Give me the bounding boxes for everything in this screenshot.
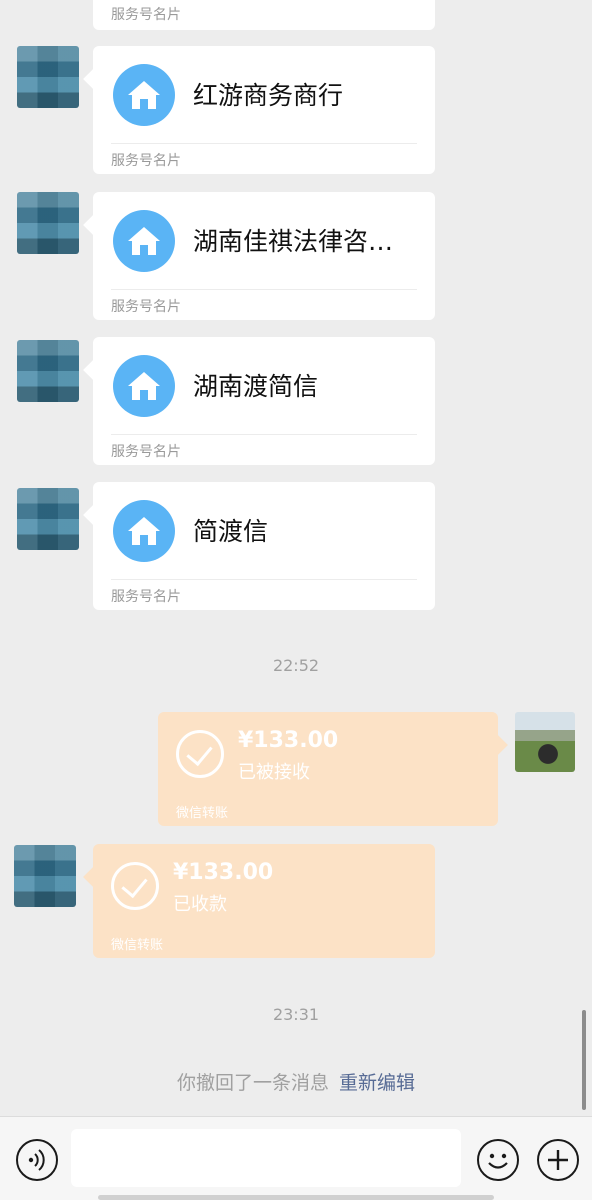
scrollbar[interactable] [582, 1010, 586, 1110]
card-footer-label: 服务号名片 [111, 7, 181, 23]
message-timestamp: 22:52 [272, 656, 320, 675]
card-title: 简渡信 [193, 517, 269, 546]
card-footer-label: 服务号名片 [111, 444, 181, 460]
emoji-icon[interactable] [477, 1139, 519, 1181]
contact-avatar[interactable] [17, 192, 79, 254]
card-divider [111, 434, 417, 435]
transfer-label: 微信转账 [176, 806, 229, 821]
card-divider [111, 579, 417, 580]
transfer-amount: ¥133.00 [238, 728, 339, 753]
contact-avatar[interactable] [17, 488, 79, 550]
home-icon [113, 355, 175, 417]
check-circle-icon [176, 730, 224, 778]
home-icon [113, 210, 175, 272]
message-timestamp: 23:31 [272, 1005, 320, 1024]
card-title: 湖南渡简信 [193, 372, 319, 401]
business-card[interactable]: 湖南渡简信 服务号名片 [93, 337, 435, 465]
transfer-label: 微信转账 [111, 938, 164, 953]
transfer-bubble-sent[interactable]: ¥133.00 已被接收 微信转账 [158, 712, 498, 826]
transfer-status: 已被接收 [238, 762, 310, 783]
recall-text: 你撤回了一条消息 [176, 1072, 329, 1094]
voice-icon[interactable] [16, 1139, 58, 1181]
contact-avatar[interactable] [17, 340, 79, 402]
card-title: 湖南佳祺法律咨… [193, 227, 394, 256]
home-indicator [98, 1195, 494, 1200]
recall-notice: 你撤回了一条消息 重新编辑 [0, 1068, 592, 1095]
home-icon [113, 500, 175, 562]
card-divider [111, 289, 417, 290]
card-footer-label: 服务号名片 [111, 299, 181, 315]
reedit-link[interactable]: 重新编辑 [339, 1072, 415, 1094]
transfer-bubble-received[interactable]: ¥133.00 已收款 微信转账 [93, 844, 435, 958]
card-footer-label: 服务号名片 [111, 589, 181, 605]
transfer-amount: ¥133.00 [173, 860, 274, 885]
transfer-status: 已收款 [173, 894, 227, 915]
message-input[interactable] [71, 1129, 461, 1187]
card-divider [111, 143, 417, 144]
card-footer-label: 服务号名片 [111, 153, 181, 169]
business-card[interactable]: 红游商务商行 服务号名片 [93, 46, 435, 174]
input-toolbar [0, 1116, 592, 1200]
home-icon [113, 64, 175, 126]
self-avatar[interactable] [515, 712, 575, 772]
business-card[interactable]: 简渡信 服务号名片 [93, 482, 435, 610]
contact-avatar[interactable] [14, 845, 76, 907]
business-card[interactable]: 湖南佳祺法律咨… 服务号名片 [93, 192, 435, 320]
card-title: 红游商务商行 [193, 81, 344, 110]
check-circle-icon [111, 862, 159, 910]
contact-avatar[interactable] [17, 46, 79, 108]
plus-icon[interactable] [537, 1139, 579, 1181]
business-card-partial[interactable]: 服务号名片 [93, 0, 435, 30]
